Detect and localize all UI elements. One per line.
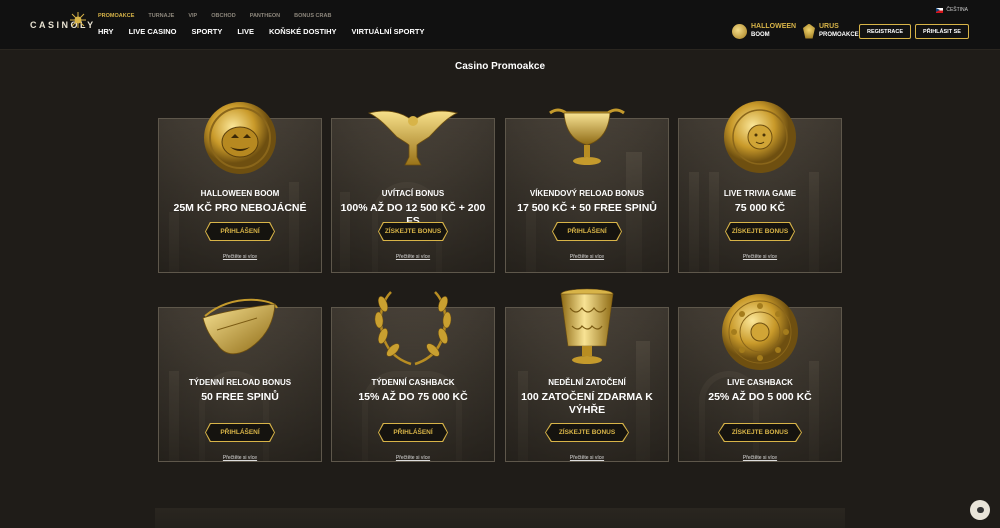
topnav-pantheon[interactable]: Pantheon	[250, 13, 280, 19]
mainnav-hry[interactable]: Hry	[98, 27, 114, 36]
mainnav-sporty[interactable]: Sporty	[192, 27, 223, 36]
read-more-link[interactable]: Přečtěte si více	[679, 254, 841, 260]
read-more-link[interactable]: Přečtěte si více	[506, 254, 668, 260]
topnav-turnaje[interactable]: Turnaje	[148, 13, 174, 19]
card-title: Týdenní cashback	[371, 378, 455, 387]
promo-card-nedelni-zatoceni[interactable]: Nedělní zatočení 100 ZATOČENÍ ZDARMA K V…	[505, 288, 669, 462]
login-button[interactable]: Přihlásit se	[915, 24, 969, 39]
topnav-vip[interactable]: VIP	[188, 13, 197, 19]
rhyton-icon	[202, 298, 278, 355]
main-nav: Hry Live Casino Sporty Live Koňské dosti…	[98, 27, 424, 36]
mainnav-live[interactable]: Live	[237, 27, 254, 36]
promo-card-live-cashback[interactable]: Live cashback 25% AŽ DO 5 000 KČ Získejt…	[678, 294, 842, 462]
halloween-boom-chip[interactable]: HALLOWEEN BOOM	[732, 22, 796, 40]
next-section-strip	[155, 508, 845, 528]
laurel-wreath-icon	[374, 291, 452, 366]
topnav-promoakce[interactable]: Promoakce	[98, 13, 134, 19]
card-title: Halloween Boom	[200, 189, 280, 198]
promo-card-tydenni-reload[interactable]: Týdenní reload bonus 50 FREE SPINŮ Přihl…	[158, 298, 322, 462]
promo-card-tydenni-cashback[interactable]: Týdenní cashback 15% AŽ DO 75 000 KČ Při…	[331, 291, 495, 462]
urus-promo-chip[interactable]: URUS PROMOAKCE	[803, 22, 859, 40]
chat-bubble-icon	[976, 507, 984, 513]
promo-card-vikendovy-reload[interactable]: Víkendový reload bonus 17 500 KČ + 50 FR…	[505, 108, 669, 273]
read-more-link[interactable]: Přečtěte si více	[332, 254, 494, 260]
read-more-link[interactable]: Přečtěte si více	[332, 455, 494, 461]
mainnav-virtualni-sporty[interactable]: Virtuální sporty	[352, 27, 425, 36]
register-button[interactable]: Registrace	[859, 24, 911, 39]
card-button[interactable]: Přihlášení	[205, 222, 275, 241]
topnav-bonus-crab[interactable]: Bonus Crab	[294, 13, 331, 19]
chalice-icon	[549, 108, 625, 165]
read-more-link[interactable]: Přečtěte si více	[159, 254, 321, 260]
promo-card-live-trivia[interactable]: Live Trivia game 75 000 KČ Získejte bonu…	[678, 101, 842, 273]
card-title: Týdenní reload bonus	[188, 378, 292, 387]
coin-icon	[722, 294, 798, 370]
promo1-line2: BOOM	[751, 32, 770, 38]
card-title: Nedělní zatočení	[548, 378, 626, 387]
card-title: Live Trivia game	[723, 189, 797, 198]
card-button-label: Získejte bonus	[719, 424, 801, 441]
read-more-link[interactable]: Přečtěte si více	[159, 455, 321, 461]
language-selector[interactable]: ČEŠTINA	[936, 7, 968, 13]
card-button-label: Přihlášení	[206, 424, 274, 441]
top-nav: Promoakce Turnaje VIP Obchod Pantheon Bo…	[98, 13, 331, 19]
card-button-label: Přihlášení	[206, 223, 274, 240]
eagle-icon	[367, 110, 459, 166]
card-button-label: Získejte bonus	[546, 424, 628, 441]
mainnav-live-casino[interactable]: Live Casino	[129, 27, 177, 36]
cup-icon	[560, 288, 614, 364]
card-button-label: Získejte bonus	[379, 223, 447, 240]
card-button[interactable]: Přihlášení	[378, 423, 448, 442]
card-button-label: Přihlášení	[553, 223, 621, 240]
card-title: Uvítací bonus	[381, 189, 445, 198]
bull-icon	[803, 23, 815, 39]
language-label: ČEŠTINA	[946, 7, 968, 13]
card-button-label: Získejte bonus	[726, 223, 794, 240]
card-button-label: Přihlášení	[379, 424, 447, 441]
pumpkin-shield-icon	[204, 102, 276, 174]
czech-flag-icon	[936, 7, 944, 13]
page-title: Casino Promoakce	[454, 61, 546, 72]
promo-card-uvitaci-bonus[interactable]: Uvítací bonus 100% AŽ DO 12 500 KČ + 200…	[331, 110, 495, 273]
read-more-link[interactable]: Přečtěte si více	[506, 455, 668, 461]
pumpkin-icon	[732, 23, 747, 39]
card-button[interactable]: Přihlášení	[205, 423, 275, 442]
promo2-line1: URUS	[819, 23, 839, 30]
sun-icon	[70, 12, 86, 28]
card-value: 75 000 KČ	[734, 202, 786, 214]
mainnav-konske-dostihy[interactable]: Koňské dostihy	[269, 27, 337, 36]
casinoly-logo[interactable]: CASINOLY	[30, 12, 93, 36]
card-value: 50 FREE SPINŮ	[201, 391, 279, 403]
medusa-shield-icon	[724, 101, 796, 173]
card-button[interactable]: Získejte bonus	[718, 423, 802, 442]
card-button[interactable]: Získejte bonus	[378, 222, 448, 241]
promo-card-halloween-boom[interactable]: Halloween Boom 25M KČ PRO NEBOJÁCNÉ Přih…	[158, 102, 322, 273]
chat-button[interactable]	[970, 500, 990, 520]
card-button[interactable]: Získejte bonus	[545, 423, 629, 442]
card-title: Live cashback	[727, 378, 793, 387]
card-value: 25% AŽ DO 5 000 KČ	[708, 391, 812, 403]
topnav-obchod[interactable]: Obchod	[211, 13, 235, 19]
promo2-line2: PROMOAKCE	[819, 32, 859, 38]
promo1-line1: HALLOWEEN	[751, 23, 797, 30]
card-value: 25M KČ PRO NEBOJÁCNÉ	[173, 202, 307, 214]
card-button[interactable]: Získejte bonus	[725, 222, 795, 241]
header: CASINOLY Promoakce Turnaje VIP Obchod Pa…	[0, 0, 1000, 50]
card-button[interactable]: Přihlášení	[552, 222, 622, 241]
card-title: Víkendový reload bonus	[529, 189, 645, 198]
card-value: 15% AŽ DO 75 000 KČ	[358, 391, 468, 403]
card-value: 100 ZATOČENÍ ZDARMA K VÝHŘE	[521, 391, 653, 416]
read-more-link[interactable]: Přečtěte si více	[679, 455, 841, 461]
card-value: 17 500 KČ + 50 FREE SPINŮ	[517, 202, 657, 214]
